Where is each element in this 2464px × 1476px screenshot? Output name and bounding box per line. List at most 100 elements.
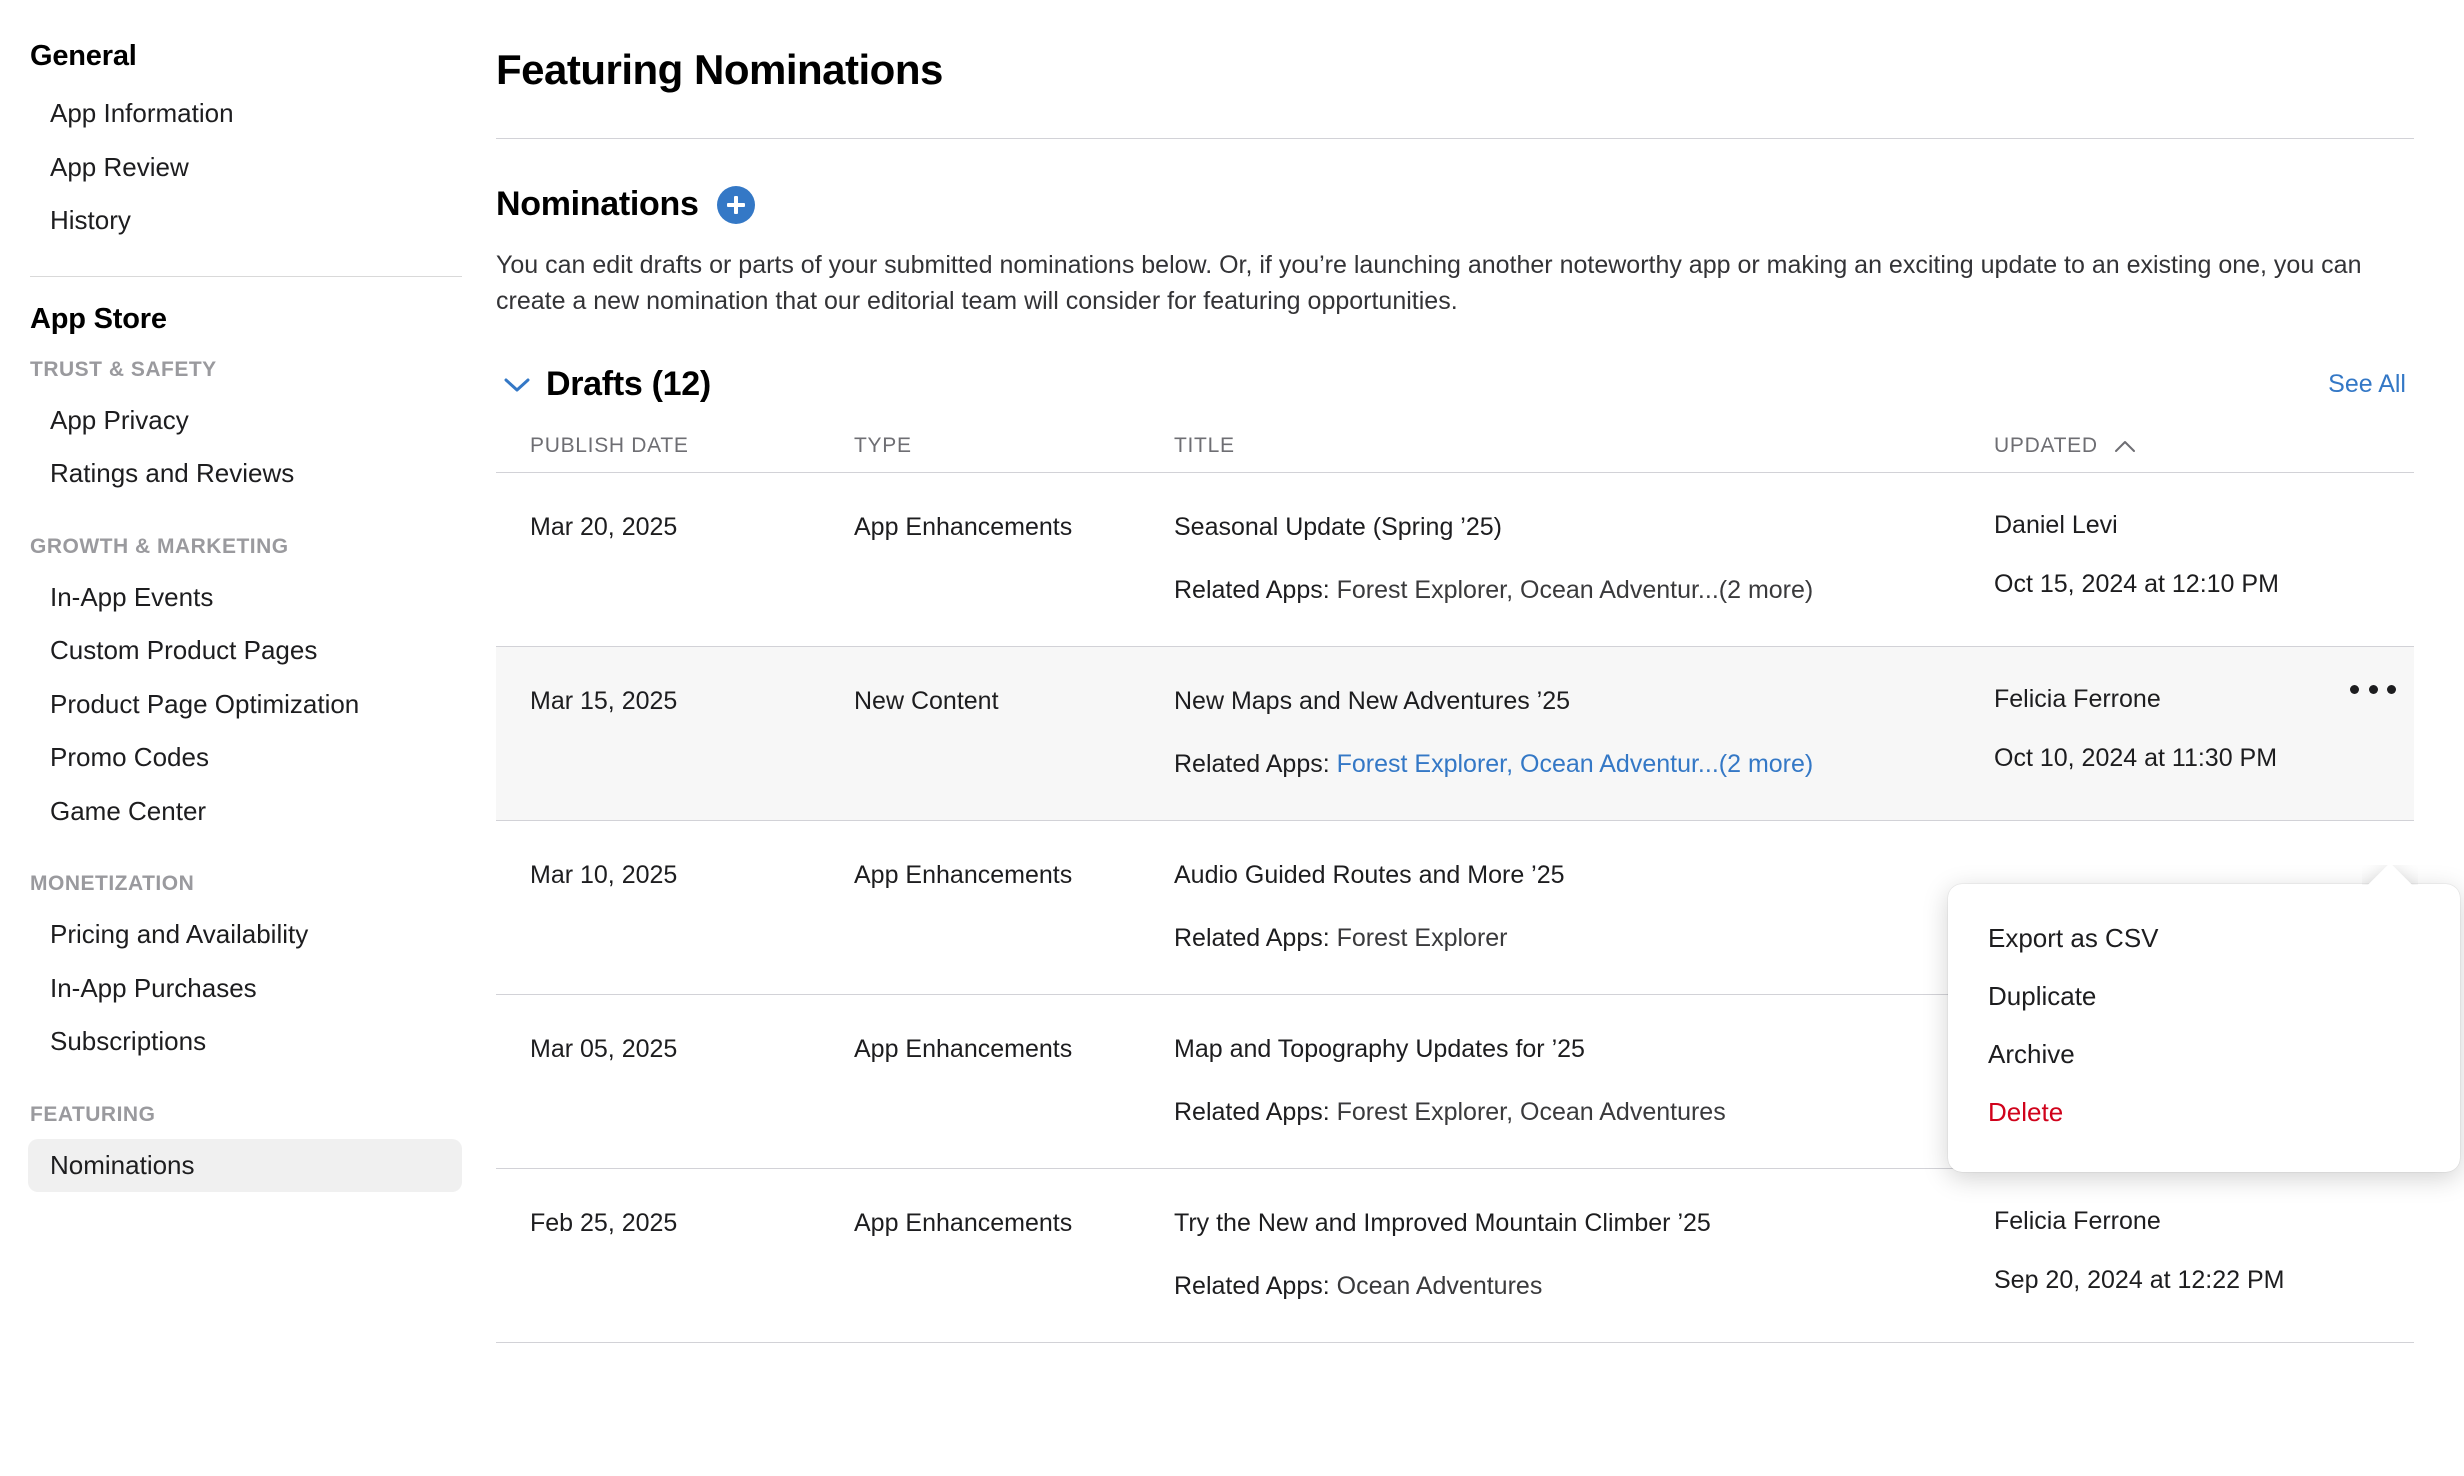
related-apps-value: Forest Explorer, Ocean Adventures (1336, 1097, 1726, 1126)
nominations-heading: Nominations (496, 185, 699, 223)
cell-title: Map and Topography Updates for ’25 (1174, 1035, 1585, 1063)
menu-item-duplicate[interactable]: Duplicate (1948, 968, 2460, 1026)
drafts-title: Drafts (12) (546, 365, 711, 403)
sort-ascending-icon (2114, 440, 2136, 453)
cell-updated-by: Daniel Levi (1994, 511, 2118, 539)
related-apps-label: Related Apps: (1174, 923, 1330, 952)
sidebar-item-pricing-and-availability[interactable]: Pricing and Availability (28, 908, 462, 962)
row-more-options-button[interactable] (2346, 669, 2400, 709)
cell-related-apps: Related Apps: Ocean Adventures (1174, 1270, 1974, 1303)
cell-title-group: Audio Guided Routes and More ’25 Related… (1174, 859, 1994, 954)
cell-publish-date: Mar 20, 2025 (530, 513, 678, 541)
sidebar-item-history[interactable]: History (28, 194, 462, 248)
sidebar-item-app-review[interactable]: App Review (28, 141, 462, 195)
sidebar-item-in-app-events[interactable]: In-App Events (28, 571, 462, 625)
table-row[interactable]: Feb 25, 2025 App Enhancements Try the Ne… (496, 1169, 2414, 1343)
sidebar-divider (30, 275, 462, 277)
related-apps-label: Related Apps: (1174, 575, 1330, 604)
cell-related-apps: Related Apps: Forest Explorer (1174, 922, 1974, 955)
cell-title: Seasonal Update (Spring ’25) (1174, 513, 1502, 541)
main-content: Featuring Nominations Nominations You ca… (490, 0, 2464, 1476)
sidebar-group-title-app-store: App Store (30, 302, 167, 335)
ellipsis-dot (2350, 684, 2359, 694)
cell-updated-at: Oct 15, 2024 at 12:10 PM (1994, 570, 2279, 598)
sidebar-section-growth-and-marketing: GROWTH & MARKETING (30, 534, 289, 558)
menu-item-export-as-csv[interactable]: Export as CSV (1948, 910, 2460, 968)
cell-publish-date: Feb 25, 2025 (530, 1209, 678, 1237)
related-apps-label: Related Apps: (1174, 1271, 1330, 1300)
sidebar-item-app-information[interactable]: App Information (28, 87, 462, 141)
cell-type: App Enhancements (854, 861, 1073, 889)
cell-title: New Maps and New Adventures ’25 (1174, 687, 1571, 715)
sidebar-group-general: General App Information App Review Histo… (0, 40, 490, 248)
cell-title: Audio Guided Routes and More ’25 (1174, 861, 1565, 889)
see-all-link[interactable]: See All (2328, 370, 2406, 399)
sidebar-section-trust-and-safety: TRUST & SAFETY (30, 357, 217, 381)
table-header-row: PUBLISH DATE TYPE TITLE UPDATED (496, 434, 2414, 473)
cell-updated-group: Daniel Levi Oct 15, 2024 at 12:10 PM (1994, 511, 2414, 599)
cell-publish-date: Mar 15, 2025 (530, 687, 678, 715)
nominations-description: You can edit drafts or parts of your sub… (496, 251, 2362, 315)
sidebar-item-promo-codes[interactable]: Promo Codes (28, 731, 462, 785)
cell-type: App Enhancements (854, 1035, 1073, 1063)
related-apps-label: Related Apps: (1174, 749, 1330, 778)
table-row[interactable]: Mar 15, 2025 New Content New Maps and Ne… (496, 647, 2414, 821)
cell-title-group: New Maps and New Adventures ’25 Related … (1174, 685, 1994, 780)
cell-type: New Content (854, 687, 999, 715)
cell-publish-date: Mar 10, 2025 (530, 861, 678, 889)
sidebar-item-product-page-optimization[interactable]: Product Page Optimization (28, 678, 462, 732)
cell-publish-date: Mar 05, 2025 (530, 1035, 678, 1063)
sidebar-section-monetization: MONETIZATION (30, 872, 195, 895)
app-root: General App Information App Review Histo… (0, 0, 2464, 1476)
column-header-type[interactable]: TYPE (854, 434, 1174, 458)
cell-related-apps: Related Apps: Forest Explorer, Ocean Adv… (1174, 1096, 1974, 1129)
cell-updated-group: Felicia Ferrone Sep 20, 2024 at 12:22 PM (1994, 1207, 2414, 1295)
related-apps-value: Ocean Adventures (1336, 1271, 1543, 1300)
sidebar-item-nominations[interactable]: Nominations (28, 1138, 462, 1192)
cell-title: Try the New and Improved Mountain Climbe… (1174, 1209, 1711, 1237)
nominations-header: Nominations (496, 185, 2414, 224)
column-header-title[interactable]: TITLE (1174, 434, 1994, 458)
cell-updated-at: Sep 20, 2024 at 12:22 PM (1994, 1266, 2285, 1294)
sidebar: General App Information App Review Histo… (0, 0, 490, 1476)
sidebar-item-ratings-and-reviews[interactable]: Ratings and Reviews (28, 447, 462, 501)
cell-title-group: Seasonal Update (Spring ’25) Related App… (1174, 511, 1994, 606)
sidebar-item-custom-product-pages[interactable]: Custom Product Pages (28, 624, 462, 678)
cell-updated-at: Oct 10, 2024 at 11:30 PM (1994, 744, 2278, 772)
chevron-down-icon[interactable] (502, 370, 532, 400)
table-row[interactable]: Mar 20, 2025 App Enhancements Seasonal U… (496, 473, 2414, 647)
row-context-menu: Export as CSV Duplicate Archive Delete (1948, 884, 2460, 1172)
cell-related-apps: Related Apps: Forest Explorer, Ocean Adv… (1174, 748, 1974, 781)
sidebar-group-title-general: General (30, 40, 137, 72)
related-apps-label: Related Apps: (1174, 1097, 1330, 1126)
related-apps-value: Forest Explorer (1336, 923, 1508, 952)
page-title-divider (496, 138, 2414, 139)
column-header-updated-label: UPDATED (1994, 434, 2098, 457)
ellipsis-dot (2387, 684, 2396, 694)
ellipsis-dot (2368, 684, 2378, 694)
sidebar-item-game-center[interactable]: Game Center (28, 785, 462, 839)
page-title: Featuring Nominations (496, 46, 943, 93)
column-header-publish-date[interactable]: PUBLISH DATE (496, 434, 854, 458)
cell-type: App Enhancements (854, 513, 1073, 541)
column-header-updated[interactable]: UPDATED (1994, 434, 2414, 458)
sidebar-item-subscriptions[interactable]: Subscriptions (28, 1015, 462, 1069)
popover-arrow (2362, 865, 2418, 885)
cell-related-apps: Related Apps: Forest Explorer, Ocean Adv… (1174, 574, 1974, 607)
sidebar-section-featuring: FEATURING (30, 1102, 156, 1126)
drafts-header: Drafts (12) See All (496, 365, 2414, 404)
menu-item-delete[interactable]: Delete (1948, 1084, 2460, 1142)
menu-item-archive[interactable]: Archive (1948, 1026, 2460, 1084)
cell-type: App Enhancements (854, 1209, 1073, 1237)
cell-title-group: Map and Topography Updates for ’25 Relat… (1174, 1033, 1994, 1128)
sidebar-item-in-app-purchases[interactable]: In-App Purchases (28, 962, 462, 1016)
related-apps-link[interactable]: Forest Explorer, Ocean Adventur...(2 mor… (1337, 750, 1814, 778)
add-nomination-button[interactable] (716, 185, 755, 224)
related-apps-value: Forest Explorer, Ocean Adventur...(2 mor… (1336, 575, 1814, 604)
cell-title-group: Try the New and Improved Mountain Climbe… (1174, 1207, 1994, 1302)
cell-updated-by: Felicia Ferrone (1994, 1207, 2161, 1235)
sidebar-item-app-privacy[interactable]: App Privacy (28, 394, 462, 448)
